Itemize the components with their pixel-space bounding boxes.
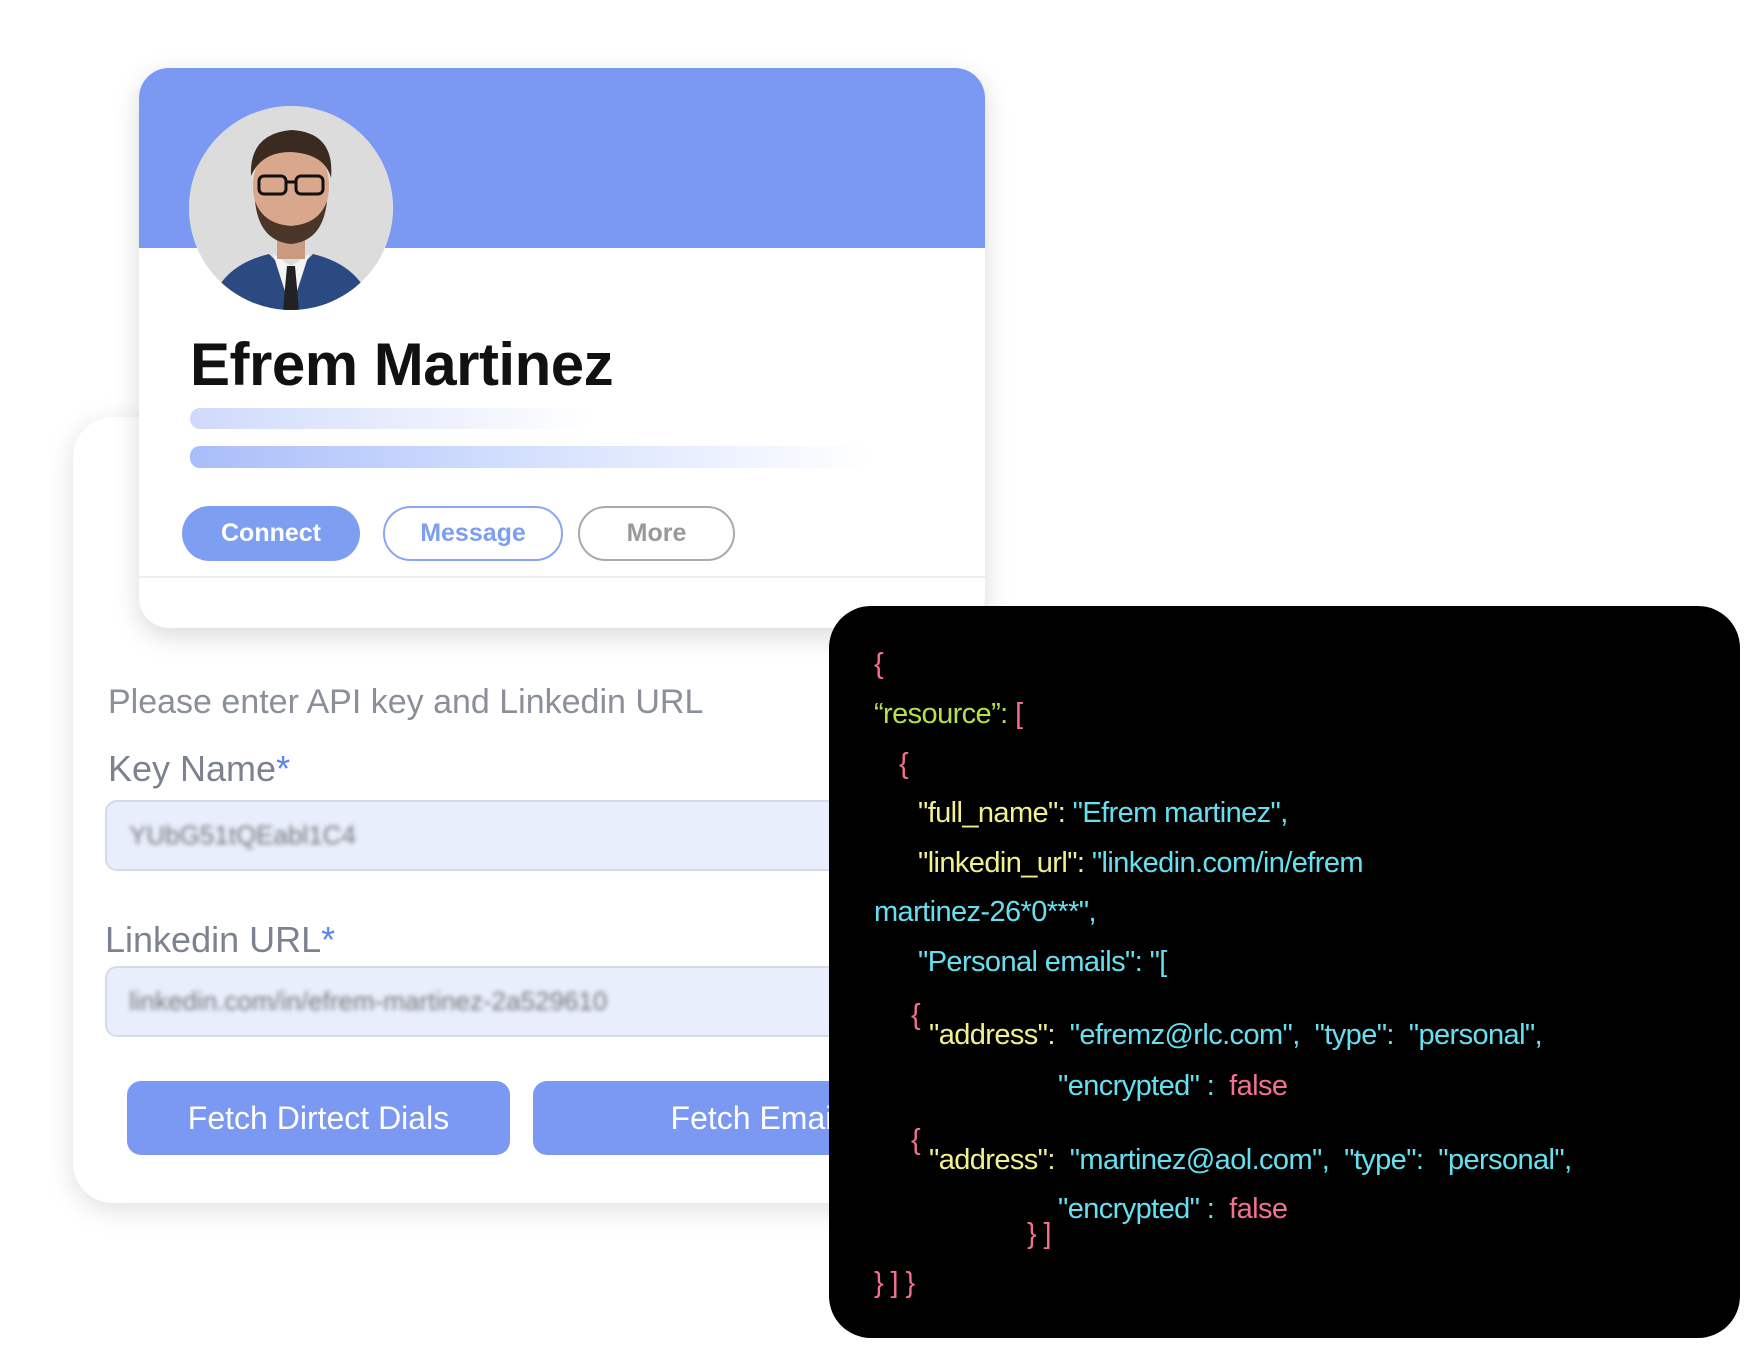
- profile-card: Efrem Martinez Connect Message More: [139, 68, 985, 628]
- key-name-label-text: Key Name: [108, 748, 277, 789]
- placeholder-bar: [190, 446, 870, 468]
- required-mark: *: [321, 919, 336, 960]
- code-line: "address": "martinez@aol.com", "type": "…: [929, 1144, 1572, 1177]
- code-line: “resource”: [: [874, 698, 1023, 731]
- code-line: martinez-26*0***",: [874, 896, 1097, 928]
- code-line: "linkedin_url": "linkedin.com/in/efrem: [918, 847, 1364, 880]
- code-line: } ] }: [874, 1267, 915, 1299]
- code-line: "full_name": "Efrem martinez",: [918, 797, 1288, 830]
- code-line: {: [899, 748, 909, 780]
- code-token: "martinez@aol.com", "type": "personal",: [1054, 1144, 1572, 1176]
- code-line: "encrypted" : false: [1058, 1070, 1288, 1103]
- linkedin-url-input[interactable]: linkedin.com/in/efrem-martinez-2a529610: [105, 966, 865, 1037]
- code-token: "efremz@rlc.com", "type": "personal",: [1054, 1019, 1543, 1051]
- code-token: false: [1214, 1193, 1288, 1225]
- code-token: "linkedin_url":: [918, 847, 1085, 879]
- code-token: "encrypted" :: [1058, 1070, 1215, 1102]
- code-line: {: [911, 999, 921, 1031]
- code-token: "full_name":: [918, 797, 1066, 829]
- linkedin-url-label-text: Linkedin URL: [105, 919, 322, 960]
- form-heading: Please enter API key and Linkedin URL: [108, 683, 704, 721]
- code-line: {: [911, 1124, 921, 1156]
- divider: [139, 576, 985, 578]
- key-name-input[interactable]: YUbG51tQEabl1C4: [105, 800, 865, 871]
- json-response-panel: { “resource”: [ { "full_name": "Efrem ma…: [829, 606, 1740, 1338]
- person-photo-icon: [189, 106, 393, 310]
- code-token: “resource”:: [874, 698, 1008, 730]
- linkedin-url-label: Linkedin URL*: [105, 919, 335, 961]
- linkedin-url-value: linkedin.com/in/efrem-martinez-2a529610: [129, 986, 608, 1016]
- key-name-value: YUbG51tQEabl1C4: [129, 820, 356, 850]
- more-button[interactable]: More: [578, 506, 735, 561]
- code-token: false: [1214, 1070, 1288, 1102]
- code-line: } ]: [1027, 1218, 1052, 1250]
- message-button[interactable]: Message: [383, 506, 563, 561]
- code-line: "address": "efremz@rlc.com", "type": "pe…: [929, 1019, 1543, 1052]
- code-line: "encrypted" : false: [1058, 1193, 1288, 1226]
- required-mark: *: [276, 748, 291, 789]
- code-line: "Personal emails": "[: [918, 946, 1167, 978]
- code-token: "address":: [929, 1144, 1055, 1176]
- code-token: "encrypted" :: [1058, 1193, 1215, 1225]
- code-token: "Efrem martinez",: [1065, 797, 1289, 829]
- connect-button[interactable]: Connect: [182, 506, 360, 561]
- avatar: [189, 106, 393, 310]
- placeholder-bar: [190, 408, 590, 429]
- profile-name: Efrem Martinez: [190, 331, 614, 398]
- code-line: {: [874, 648, 884, 680]
- code-token: [: [1007, 698, 1023, 730]
- fetch-direct-dials-button[interactable]: Fetch Dirtect Dials: [127, 1081, 510, 1155]
- key-name-label: Key Name*: [108, 748, 290, 790]
- code-token: "address":: [929, 1019, 1055, 1051]
- code-token: "linkedin.com/in/efrem: [1084, 847, 1364, 879]
